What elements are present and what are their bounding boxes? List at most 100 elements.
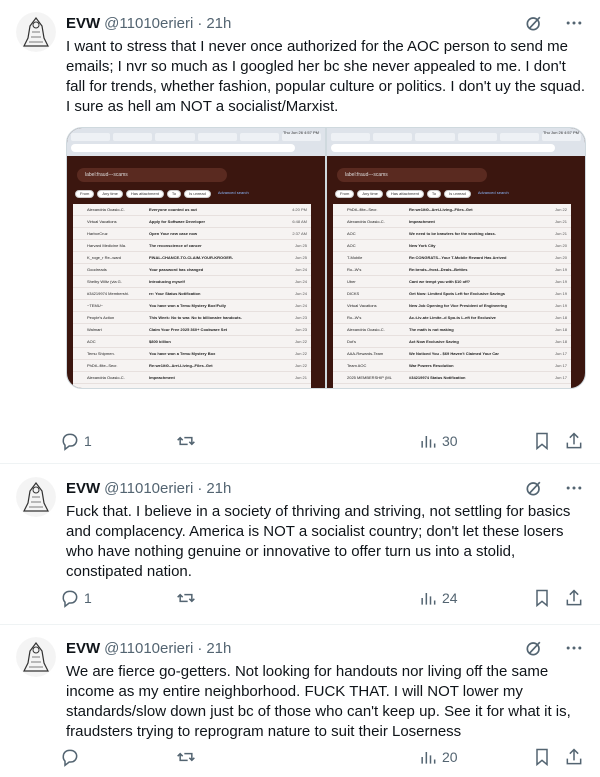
filter-chip: Advanced search <box>217 190 249 195</box>
divider <box>0 463 600 464</box>
mail-row: AOC We need to be brawlers for the workin… <box>73 384 311 388</box>
share-icon <box>566 432 582 449</box>
mail-sender: AOC <box>87 339 96 344</box>
analytics-icon <box>421 752 436 764</box>
mail-row: Virtual Vacations Apply for Software Deve… <box>73 216 311 228</box>
mail-subject: Impeachment <box>149 375 175 380</box>
more-options-icon[interactable] <box>564 638 584 658</box>
grok-icon[interactable] <box>524 638 544 658</box>
reply-button[interactable]: 1 <box>60 588 92 608</box>
mail-subject: War Powers Resolution <box>409 363 454 368</box>
mail-sender: DICKS <box>347 291 360 296</box>
mail-sender: Alexandria Ocasio-C. <box>87 207 125 212</box>
email-screenshot-right[interactable]: Thu Jun 26 4:57 PM label:fraud---scams F… <box>327 128 585 388</box>
mail-row: ~TEMU~ You have won a Temu Mystery Box!Fu… <box>73 300 311 312</box>
mail-date: Jun 24 <box>294 291 307 296</box>
filter-chip: From <box>75 190 95 198</box>
tweet[interactable]: EVW @11010erieri · 21h Fuck that. I beli… <box>0 465 600 625</box>
timestamp[interactable]: 21h <box>206 480 231 497</box>
mail-date: Jun 19 <box>554 267 567 272</box>
mail-date: Jun 24 <box>294 303 307 308</box>
views-button[interactable]: 24 <box>418 588 458 608</box>
mail-row: Alexandria Ocasio-C. Impeachment Jun 21 <box>333 216 571 228</box>
user-handle[interactable]: @11010erieri <box>104 15 193 32</box>
mail-date: Jun 20 <box>554 255 567 260</box>
mail-date: Jun 21 <box>554 231 567 236</box>
mail-date: Jun 23 <box>294 327 307 332</box>
reply-button[interactable] <box>60 747 84 767</box>
separator-dot: · <box>197 479 203 497</box>
mail-subject: $800 billion <box>149 339 171 344</box>
views-button[interactable]: 30 <box>418 431 458 451</box>
reply-icon <box>62 749 78 767</box>
mail-date: 6:48 AM <box>292 219 307 224</box>
mail-row: DICKS Get Now: Limited Spots Left for Exc… <box>333 288 571 300</box>
views-button[interactable]: 20 <box>418 747 458 767</box>
mail-date: Jun 22 <box>294 351 307 356</box>
mail-row: 2025 MEMBERSHIP (ML #34219974 Status Noti… <box>333 372 571 384</box>
mail-subject: re: Your Status Notification <box>149 291 201 296</box>
display-name[interactable]: EVW <box>66 480 100 497</box>
tweet-header: EVW @11010erieri · 21h <box>66 12 584 34</box>
reply-button[interactable]: 1 <box>60 431 92 451</box>
timestamp[interactable]: 21h <box>206 640 231 657</box>
mail-subject: You have won a Temu Mystery Box!Fully <box>149 303 226 308</box>
mail-subject: The math is not making <box>409 327 454 332</box>
reply-icon <box>62 590 78 608</box>
share-button[interactable] <box>564 588 584 608</box>
retweet-button[interactable] <box>175 588 201 608</box>
bookmark-button[interactable] <box>532 431 552 451</box>
mail-sender: Alexandria Ocasio-C. <box>87 375 125 380</box>
mail-sender: ~TEMU~ <box>87 303 104 308</box>
mail-date: Jun 24 <box>294 267 307 272</box>
mail-date: Jun 18 <box>554 327 567 332</box>
more-options-icon[interactable] <box>564 13 584 33</box>
mail-search-bar: label:fraud---scams <box>337 168 487 182</box>
bookmark-icon <box>536 589 548 608</box>
mail-subject: We need to be brawlers for the working c… <box>409 231 496 236</box>
display-name[interactable]: EVW <box>66 640 100 657</box>
mail-sender: Virtual Vacations <box>87 219 117 224</box>
share-button[interactable] <box>564 747 584 767</box>
retweet-button[interactable] <box>175 747 201 767</box>
mail-sender: 2025 MEMBERSHIP (ML <box>347 375 392 380</box>
mail-subject: Get Now: Limited Spots Left for Exclusiv… <box>409 291 506 296</box>
avatar[interactable] <box>16 477 56 517</box>
mail-date: 2:37 AM <box>292 231 307 236</box>
tweet[interactable]: EVW @11010erieri · 21h We are fierce go-… <box>0 625 600 777</box>
mail-date: 4:20 PM <box>292 207 307 212</box>
mail-row: Alexandria Ocasio-C. Impeachment Jun 21 <box>73 372 311 384</box>
grok-icon[interactable] <box>524 478 544 498</box>
mail-subject: Re:brnds--frost--Deals--Betties <box>409 267 468 272</box>
more-options-icon[interactable] <box>564 478 584 498</box>
bookmark-button[interactable] <box>532 588 552 608</box>
mail-row: Harvard Medicine Ma. The reconscience of … <box>73 240 311 252</box>
mail-subject: Ac-t-iv-ate Limite--d Spo-ts L-eft for E… <box>409 315 496 320</box>
tweet-header: EVW @11010erieri · 21h <box>66 477 584 499</box>
mail-date: Jun 25 <box>294 255 307 260</box>
mail-sender: Harvard Medicine Ma. <box>87 243 127 248</box>
media-attachment[interactable]: Thu Jun 26 4:57 PM label:fraud---scams F… <box>66 127 586 389</box>
retweet-button[interactable] <box>175 431 201 451</box>
avatar[interactable] <box>16 12 56 52</box>
grok-icon[interactable] <box>524 13 544 33</box>
timestamp[interactable]: 21h <box>206 15 231 32</box>
mail-subject: You have won a Temu Mystery Box <box>149 351 216 356</box>
mail-sender: AOC <box>347 231 356 236</box>
user-handle[interactable]: @11010erieri <box>104 640 193 657</box>
bookmark-button[interactable] <box>532 747 552 767</box>
user-handle[interactable]: @11010erieri <box>104 480 193 497</box>
email-screenshot-left[interactable]: Thu Jun 26 4:57 PM label:fraud---scams F… <box>67 128 325 388</box>
mail-date: Jun 22 <box>294 363 307 368</box>
share-button[interactable] <box>564 431 584 451</box>
mail-subject: Introducing myself <box>149 279 185 284</box>
mail-row: PhDtl--flite--Secr. Re:we1iti0--Arrt-Livi… <box>73 360 311 372</box>
mail-sender: Alexandria Ocasio-C. <box>347 327 385 332</box>
mail-row: HarborCruz Open Your new case now 2:37 AM <box>73 228 311 240</box>
mail-sender: People's Action <box>87 315 115 320</box>
display-name[interactable]: EVW <box>66 15 100 32</box>
filter-chip: To <box>426 190 442 198</box>
avatar[interactable] <box>16 637 56 677</box>
tweet[interactable]: EVW @11010erieri · 21h I want to stress … <box>0 0 600 462</box>
filter-chip: Any time <box>357 190 383 198</box>
